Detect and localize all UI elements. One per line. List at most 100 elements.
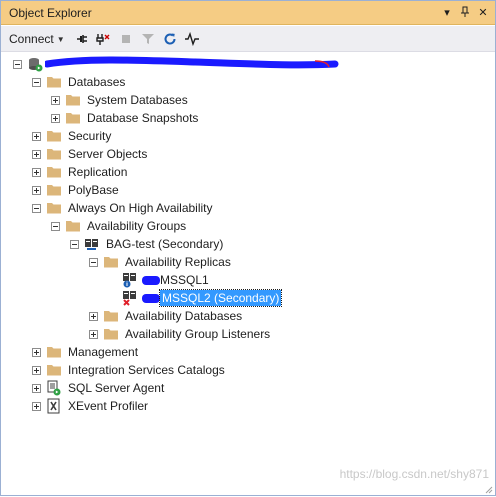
toolbar: Connect ▼ [1, 26, 495, 52]
tree-node-always-on[interactable]: Always On High Availability [32, 199, 215, 217]
expand-toggle[interactable] [89, 311, 98, 321]
tree-node-polybase[interactable]: PolyBase [32, 181, 121, 199]
expand-toggle[interactable] [51, 113, 60, 123]
availability-group-icon [84, 236, 100, 252]
folder-icon [46, 164, 62, 180]
folder-icon [46, 200, 62, 216]
collapse-toggle[interactable] [89, 257, 98, 267]
tree-label: Availability Databases [125, 309, 243, 323]
collapse-toggle[interactable] [51, 221, 60, 231]
server-icon [27, 56, 43, 72]
expand-toggle[interactable] [32, 149, 41, 159]
tree-label: MSSQL1 [160, 273, 209, 287]
tree-node-system-databases[interactable]: System Databases [51, 91, 190, 109]
expand-toggle[interactable] [32, 383, 41, 393]
collapse-toggle[interactable] [13, 59, 22, 69]
folder-icon [103, 254, 119, 270]
tree-label: Server Objects [68, 147, 148, 161]
xevent-profiler-icon [46, 398, 62, 414]
tree-node-integration-services[interactable]: Integration Services Catalogs [32, 361, 227, 379]
folder-icon [46, 74, 62, 90]
expand-toggle[interactable] [51, 95, 60, 105]
folder-icon [65, 218, 81, 234]
watermark: https://blog.csdn.net/shy871 [339, 467, 489, 481]
refresh-icon[interactable] [161, 30, 179, 48]
connect-label: Connect [9, 32, 54, 46]
connect-button[interactable]: Connect ▼ [5, 29, 69, 49]
close-icon[interactable]: ✕ [475, 4, 491, 20]
tree-node-availability-groups[interactable]: Availability Groups [51, 217, 188, 235]
folder-icon [46, 128, 62, 144]
tree-label: BAG-test (Secondary) [106, 237, 224, 251]
collapse-toggle[interactable] [32, 203, 41, 213]
expand-toggle[interactable] [32, 347, 41, 357]
tree-label: Security [68, 129, 112, 143]
disconnect-icon[interactable] [93, 30, 111, 48]
tree-node-security[interactable]: Security [32, 127, 113, 145]
activity-monitor-icon[interactable] [183, 30, 201, 48]
folder-icon [65, 92, 81, 108]
tree-node-availability-databases[interactable]: Availability Databases [89, 307, 244, 325]
sql-agent-icon [46, 380, 62, 396]
panel-titlebar[interactable]: Object Explorer ▾ ✕ [1, 1, 495, 25]
tree-label: XEvent Profiler [68, 399, 149, 413]
panel-title: Object Explorer [9, 6, 92, 20]
object-explorer-panel: Object Explorer ▾ ✕ Connect ▼ Databases … [0, 0, 496, 496]
expand-toggle[interactable] [32, 365, 41, 375]
folder-icon [65, 110, 81, 126]
redacted-text [142, 293, 160, 303]
collapse-toggle[interactable] [32, 77, 41, 87]
connect-server-icon[interactable] [73, 30, 91, 48]
tree-label: Availability Group Listeners [125, 327, 271, 341]
replica-info-icon [122, 272, 138, 288]
pin-icon[interactable] [457, 4, 473, 20]
title-buttons: ▾ ✕ [439, 4, 491, 20]
folder-icon [103, 308, 119, 324]
tree-node-databases[interactable]: Databases [32, 73, 127, 91]
filter-icon[interactable] [139, 30, 157, 48]
tree-node-xevent-profiler[interactable]: XEvent Profiler [32, 397, 150, 415]
resize-grip-icon[interactable] [483, 483, 493, 494]
folder-icon [103, 326, 119, 342]
tree-label: Availability Replicas [125, 255, 231, 269]
tree-node-database-snapshots[interactable]: Database Snapshots [51, 109, 200, 127]
tree-label: Always On High Availability [68, 201, 213, 215]
object-tree: Databases System Databases Database Snap… [1, 53, 495, 495]
tree-node-replica-mssql1[interactable]: MSSQL1 [108, 271, 211, 289]
tree-label: Integration Services Catalogs [68, 363, 225, 377]
folder-icon [46, 362, 62, 378]
folder-icon [46, 146, 62, 162]
folder-icon [46, 182, 62, 198]
tree-node-ag-bag-test[interactable]: BAG-test (Secondary) [70, 235, 225, 253]
tree-label: Replication [68, 165, 128, 179]
tree-node-server-objects[interactable]: Server Objects [32, 145, 149, 163]
expand-toggle[interactable] [89, 329, 98, 339]
tree-node-availability-replicas[interactable]: Availability Replicas [89, 253, 233, 271]
tree-label: Database Snapshots [87, 111, 199, 125]
tree-label: Databases [68, 75, 126, 89]
stop-icon[interactable] [117, 30, 135, 48]
tree-label: Management [68, 345, 139, 359]
tree-label: SQL Server Agent [68, 381, 165, 395]
tree-node-ag-listeners[interactable]: Availability Group Listeners [89, 325, 272, 343]
expand-toggle[interactable] [32, 167, 41, 177]
redacted-text [142, 275, 160, 285]
redacted-server-name [45, 56, 347, 72]
tree-node-replication[interactable]: Replication [32, 163, 129, 181]
tree-node-replica-mssql2[interactable]: MSSQL2 (Secondary) [108, 289, 283, 307]
tree-node-sql-agent[interactable]: SQL Server Agent [32, 379, 166, 397]
chevron-down-icon: ▼ [56, 34, 65, 44]
expand-toggle[interactable] [32, 185, 41, 195]
dropdown-icon[interactable]: ▾ [439, 4, 455, 20]
tree-label: System Databases [87, 93, 188, 107]
tree-label: PolyBase [68, 183, 119, 197]
expand-toggle[interactable] [32, 401, 41, 411]
expand-toggle[interactable] [32, 131, 41, 141]
collapse-toggle[interactable] [70, 239, 79, 249]
tree-label: Availability Groups [87, 219, 187, 233]
folder-icon [46, 344, 62, 360]
tree-node-server[interactable] [13, 55, 347, 73]
tree-label-selected: MSSQL2 (Secondary) [158, 289, 283, 307]
replica-error-icon [122, 290, 138, 306]
tree-node-management[interactable]: Management [32, 343, 140, 361]
